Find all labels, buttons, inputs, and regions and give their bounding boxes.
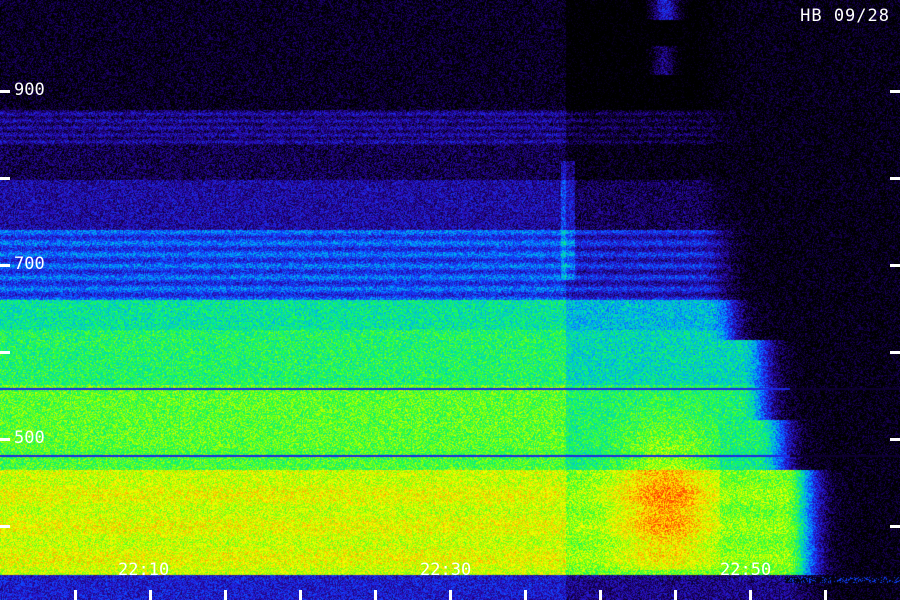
spectrogram-image (0, 0, 900, 600)
